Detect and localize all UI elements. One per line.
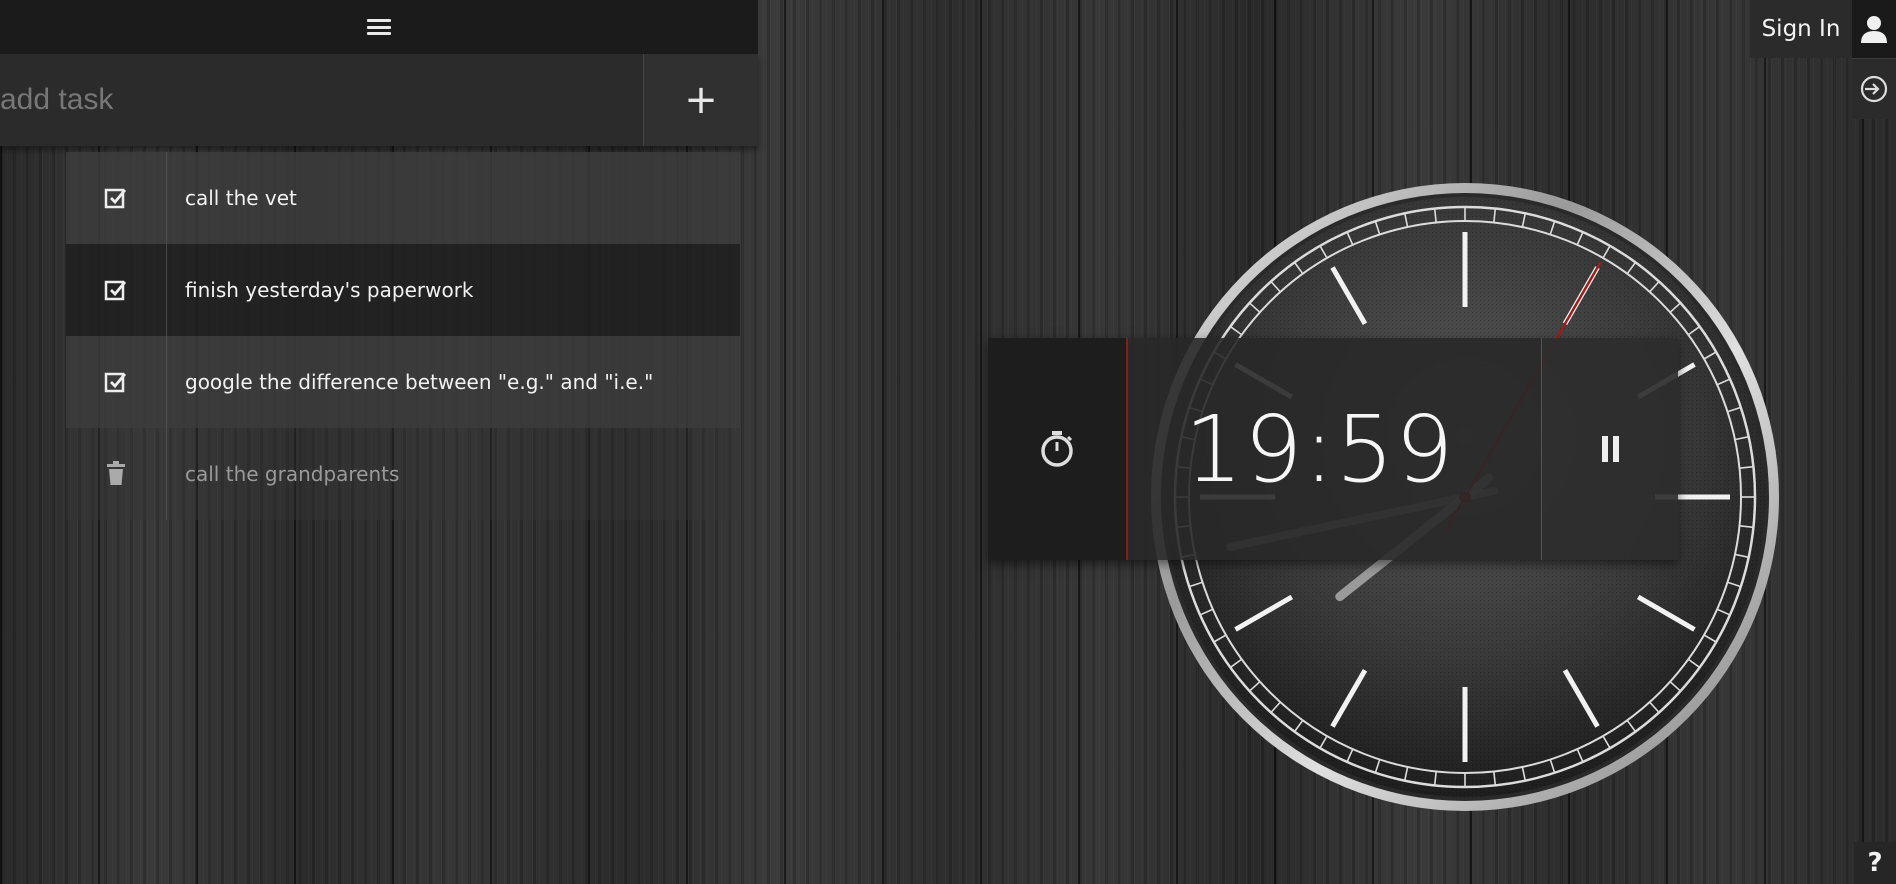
login-icon[interactable] [1852,58,1896,119]
add-task-input[interactable] [0,54,643,146]
task-label[interactable]: call the vet [167,152,740,244]
timer-bar: 19:59 [988,338,1678,560]
add-task-row: + [0,54,758,146]
task-item: call the vet [66,152,740,244]
checkbox-checked-icon[interactable] [66,152,167,244]
task-item: google the difference between "e.g." and… [66,336,740,428]
task-list: call the vet finish yesterday's paperwor… [66,152,740,520]
trash-icon[interactable] [66,428,167,520]
stopwatch-icon[interactable] [988,338,1128,560]
task-label[interactable]: call the grandparents [167,428,740,520]
timer-display: 19:59 [1128,338,1541,560]
task-label[interactable]: google the difference between "e.g." and… [167,336,740,428]
sign-in-button[interactable]: Sign In [1750,0,1852,58]
help-button[interactable]: ? [1854,842,1896,884]
user-icon[interactable] [1852,0,1896,58]
app-header [0,0,758,54]
task-item: finish yesterday's paperwork [66,244,740,336]
add-task-button[interactable]: + [643,54,758,146]
pause-icon [1601,436,1619,462]
task-label[interactable]: finish yesterday's paperwork [167,244,740,336]
checkbox-checked-icon[interactable] [66,244,167,336]
hamburger-menu-icon[interactable] [367,19,391,35]
pause-button[interactable] [1541,338,1678,560]
checkbox-checked-icon[interactable] [66,336,167,428]
task-item-completed: call the grandparents [66,428,740,520]
